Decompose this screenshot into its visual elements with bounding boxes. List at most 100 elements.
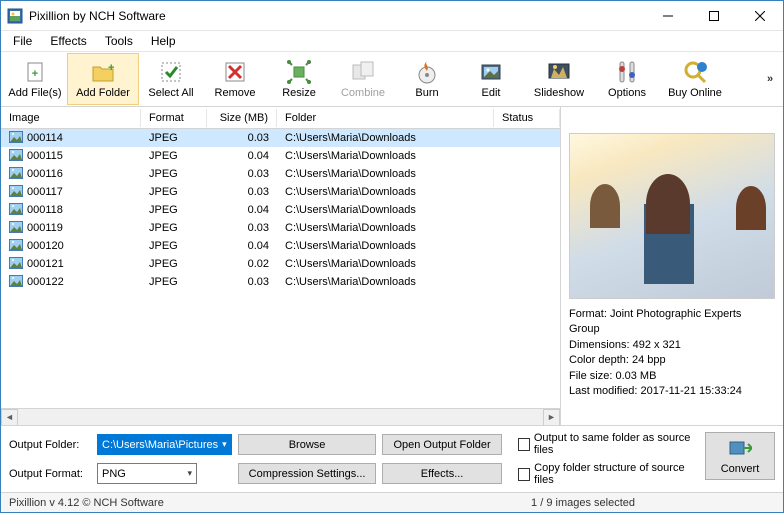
options-icon: [614, 59, 640, 85]
toolbar-overflow[interactable]: »: [759, 53, 781, 105]
add-files-button[interactable]: + Add File(s): [3, 53, 67, 105]
file-list-pane: Image Format Size (MB) Folder Status 000…: [1, 107, 561, 425]
file-format: JPEG: [141, 275, 207, 289]
col-size[interactable]: Size (MB): [207, 109, 277, 127]
menu-tools[interactable]: Tools: [97, 32, 141, 50]
file-status: [494, 173, 560, 175]
file-name: 000118: [27, 204, 63, 216]
burn-button[interactable]: Burn: [395, 53, 459, 105]
file-folder: C:\Users\Maria\Downloads: [277, 167, 494, 181]
file-folder: C:\Users\Maria\Downloads: [277, 149, 494, 163]
file-folder: C:\Users\Maria\Downloads: [277, 257, 494, 271]
preview-pane: Format: Joint Photographic Experts Group…: [561, 107, 783, 425]
file-icon: [9, 185, 23, 200]
file-name: 000119: [27, 222, 63, 234]
table-row[interactable]: 000120JPEG0.04C:\Users\Maria\Downloads: [1, 237, 560, 255]
file-size: 0.03: [207, 185, 277, 199]
same-folder-checkbox[interactable]: Output to same folder as source files: [518, 432, 699, 456]
file-icon: [9, 131, 23, 146]
resize-icon: [286, 59, 312, 85]
slideshow-icon: [546, 59, 572, 85]
file-format: JPEG: [141, 149, 207, 163]
file-size: 0.04: [207, 239, 277, 253]
table-row[interactable]: 000115 JPEG0.04C:\Users\Maria\Downloads: [1, 147, 560, 165]
scroll-left-arrow[interactable]: ◄: [1, 409, 18, 426]
horizontal-scrollbar[interactable]: ◄ ►: [1, 408, 560, 425]
file-size: 0.03: [207, 221, 277, 235]
add-folder-icon: +: [90, 59, 116, 85]
table-row[interactable]: 000114JPEG0.03C:\Users\Maria\Downloads: [1, 129, 560, 147]
file-name: 000120: [27, 240, 64, 252]
status-version: Pixillion v 4.12 © NCH Software: [9, 497, 164, 509]
edit-button[interactable]: Edit: [459, 53, 523, 105]
output-format-label: Output Format:: [9, 468, 91, 480]
scroll-right-arrow[interactable]: ►: [543, 409, 560, 426]
file-folder: C:\Users\Maria\Downloads: [277, 131, 494, 145]
add-folder-button[interactable]: + Add Folder: [67, 53, 139, 105]
output-controls: Output Folder: C:\Users\Maria\Pictures▾ …: [1, 425, 783, 492]
combine-button[interactable]: Combine: [331, 53, 395, 105]
slideshow-button[interactable]: Slideshow: [523, 53, 595, 105]
convert-icon: [728, 438, 752, 461]
col-image[interactable]: Image: [1, 109, 141, 127]
preview-image: [569, 133, 775, 299]
content-area: Image Format Size (MB) Folder Status 000…: [1, 107, 783, 425]
table-row[interactable]: 000116JPEG0.03C:\Users\Maria\Downloads: [1, 165, 560, 183]
titlebar: Pixillion by NCH Software: [1, 1, 783, 31]
checkbox-icon: [518, 438, 530, 451]
menu-file[interactable]: File: [5, 32, 40, 50]
open-output-folder-button[interactable]: Open Output Folder: [382, 434, 501, 455]
file-status: [494, 227, 560, 229]
status-selection: 1 / 9 images selected: [531, 497, 635, 509]
close-button[interactable]: [737, 1, 783, 31]
browse-button[interactable]: Browse: [238, 434, 377, 455]
table-row[interactable]: 000117JPEG0.03C:\Users\Maria\Downloads: [1, 183, 560, 201]
resize-button[interactable]: Resize: [267, 53, 331, 105]
menu-help[interactable]: Help: [143, 32, 184, 50]
table-row[interactable]: 000122JPEG0.03C:\Users\Maria\Downloads: [1, 273, 560, 291]
minimize-button[interactable]: [645, 1, 691, 31]
file-icon: [9, 203, 23, 218]
file-icon: [9, 275, 23, 290]
output-settings: Output Folder: C:\Users\Maria\Pictures▾ …: [1, 426, 510, 492]
buy-online-button[interactable]: Buy Online: [659, 53, 731, 105]
table-row[interactable]: 000121JPEG0.02C:\Users\Maria\Downloads: [1, 255, 560, 273]
file-size: 0.04: [207, 149, 277, 163]
table-row[interactable]: 000119JPEG0.03C:\Users\Maria\Downloads: [1, 219, 560, 237]
select-all-button[interactable]: Select All: [139, 53, 203, 105]
file-folder: C:\Users\Maria\Downloads: [277, 275, 494, 289]
effects-button[interactable]: Effects...: [382, 463, 501, 484]
toolbar: + Add File(s) + Add Folder Select All Re…: [1, 51, 783, 107]
output-folder-input[interactable]: C:\Users\Maria\Pictures▾: [97, 434, 232, 455]
remove-icon: [222, 59, 248, 85]
convert-button[interactable]: Convert: [705, 432, 775, 480]
file-icon: [9, 257, 23, 272]
file-table: Image Format Size (MB) Folder Status 000…: [1, 107, 560, 408]
compression-settings-button[interactable]: Compression Settings...: [238, 463, 377, 484]
file-folder: C:\Users\Maria\Downloads: [277, 185, 494, 199]
col-status[interactable]: Status: [494, 109, 560, 127]
file-format: JPEG: [141, 203, 207, 217]
table-body: 000114JPEG0.03C:\Users\Maria\Downloads00…: [1, 129, 560, 408]
remove-button[interactable]: Remove: [203, 53, 267, 105]
file-status: [494, 137, 560, 139]
file-status: [494, 155, 560, 157]
menu-effects[interactable]: Effects: [42, 32, 94, 50]
table-row[interactable]: 000118JPEG0.04C:\Users\Maria\Downloads: [1, 201, 560, 219]
file-folder: C:\Users\Maria\Downloads: [277, 221, 494, 235]
col-format[interactable]: Format: [141, 109, 207, 127]
table-header: Image Format Size (MB) Folder Status: [1, 107, 560, 129]
file-status: [494, 263, 560, 265]
file-size: 0.03: [207, 275, 277, 289]
maximize-button[interactable]: [691, 1, 737, 31]
copy-structure-checkbox[interactable]: Copy folder structure of source files: [518, 462, 699, 486]
col-folder[interactable]: Folder: [277, 109, 494, 127]
burn-icon: [414, 59, 440, 85]
options-button[interactable]: Options: [595, 53, 659, 105]
file-name: 000116: [27, 168, 63, 180]
chevron-down-icon: ▾: [222, 439, 227, 450]
output-format-select[interactable]: PNG▾: [97, 463, 197, 484]
svg-text:+: +: [32, 68, 38, 80]
svg-text:+: +: [108, 62, 114, 74]
file-name: 000115: [27, 150, 63, 162]
